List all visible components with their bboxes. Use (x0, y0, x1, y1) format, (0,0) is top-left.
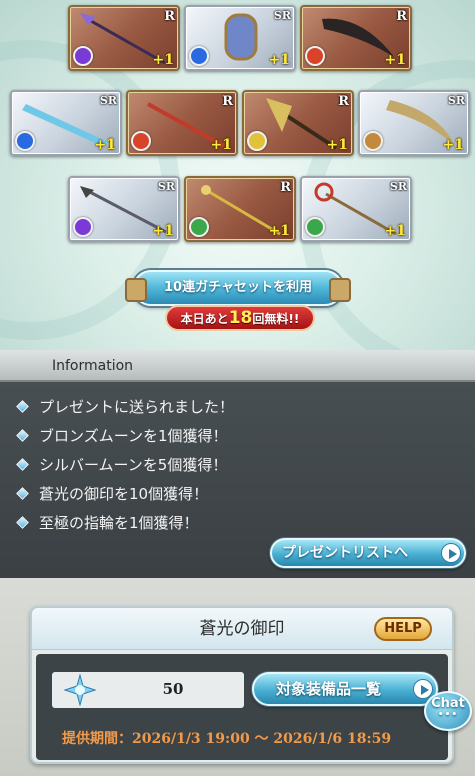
information-text: ブロンズムーンを1個獲得！ (39, 427, 228, 445)
weapon-card[interactable]: SR +1 (184, 5, 296, 71)
list-item: ブロンズムーンを1個獲得！ (16, 421, 234, 450)
information-text: 蒼光の御印を10個獲得！ (39, 485, 209, 503)
information-header: Information (0, 350, 475, 382)
free-draws-prefix: 本日あと (180, 312, 229, 326)
earth-element-icon (363, 131, 383, 151)
rarity-label: R (338, 94, 349, 109)
chat-bubble-icon: ••• (437, 710, 459, 720)
plus-bonus: +1 (326, 137, 348, 153)
plus-bonus: +1 (152, 223, 174, 239)
rarity-label: SR (99, 94, 117, 107)
diamond-bullet-icon (16, 516, 29, 529)
help-button[interactable]: HELP (374, 617, 432, 641)
rarity-label: R (222, 94, 233, 109)
rarity-label: SR (273, 9, 291, 22)
gacha-result-area: R +1 SR +1 R +1 SR +1 R +1 R +1 SR +1 SR… (0, 0, 475, 350)
list-item: 蒼光の御印を10個獲得！ (16, 479, 234, 508)
item-section: 蒼光の御印 HELP 50 対象装備品一覧 提供期間：2026/1/3 19:0… (0, 578, 475, 776)
water-element-icon (189, 46, 209, 66)
fire-element-icon (131, 131, 151, 151)
item-count-box: 50 (52, 672, 244, 708)
information-title: Information (52, 358, 134, 374)
present-list-label: プレゼントリストへ (282, 545, 408, 561)
diamond-bullet-icon (16, 487, 29, 500)
fire-element-icon (305, 46, 325, 66)
weapon-card[interactable]: SR +1 (10, 90, 122, 156)
weapon-card[interactable]: R +1 (126, 90, 238, 156)
light-element-icon (247, 131, 267, 151)
information-text: 至極の指輪を1個獲得！ (39, 514, 199, 532)
item-name: 蒼光の御印 (199, 619, 285, 639)
plus-bonus: +1 (210, 137, 232, 153)
weapon-card[interactable]: R +1 (68, 5, 180, 71)
plus-bonus: +1 (384, 223, 406, 239)
rarity-label: SR (157, 180, 175, 193)
information-text: シルバームーンを5個獲得！ (39, 456, 228, 474)
rarity-label: SR (447, 94, 465, 107)
chat-button[interactable]: Chat ••• (424, 691, 472, 731)
weapon-card[interactable]: R +1 (242, 90, 354, 156)
item-count: 50 (162, 680, 184, 698)
plus-bonus: +1 (268, 223, 290, 239)
weapon-card[interactable]: R +1 (300, 5, 412, 71)
use-10-draw-set-button[interactable]: 10連ガチャセットを利用 (125, 270, 351, 306)
wind-element-icon (189, 217, 209, 237)
weapon-card[interactable]: SR +1 (300, 176, 412, 242)
weapon-card[interactable]: R +1 (184, 176, 296, 242)
list-item: 至極の指輪を1個獲得！ (16, 508, 234, 537)
weapon-card[interactable]: SR +1 (358, 90, 470, 156)
rarity-label: R (280, 180, 291, 195)
weapon-card[interactable]: SR +1 (68, 176, 180, 242)
dark-element-icon (73, 217, 93, 237)
list-item: プレゼントに送られました！ (16, 392, 234, 421)
information-panel: Information プレゼントに送られました！ ブロンズムーンを1個獲得！ … (0, 350, 475, 578)
plus-bonus: +1 (268, 52, 290, 68)
diamond-bullet-icon (16, 458, 29, 471)
free-draws-badge: 本日あと18回無料!! (165, 305, 315, 331)
information-text: プレゼントに送られました！ (39, 398, 235, 416)
item-card: 蒼光の御印 HELP 50 対象装備品一覧 提供期間：2026/1/3 19:0… (30, 606, 454, 764)
free-draws-suffix: 回無料!! (252, 312, 300, 326)
rarity-label: SR (389, 180, 407, 193)
plus-bonus: +1 (384, 52, 406, 68)
target-equipment-list-button[interactable]: 対象装備品一覧 (252, 672, 438, 706)
wind-element-icon (305, 217, 325, 237)
availability-period: 提供期間：2026/1/3 19:00 〜 2026/1/6 18:59 (62, 731, 392, 747)
diamond-bullet-icon (16, 429, 29, 442)
list-item: シルバームーンを5個獲得！ (16, 450, 234, 479)
arrow-right-icon (441, 543, 461, 563)
dark-element-icon (73, 46, 93, 66)
present-list-button[interactable]: プレゼントリストへ (270, 538, 466, 568)
plus-bonus: +1 (152, 52, 174, 68)
plus-bonus: +1 (442, 137, 464, 153)
rarity-label: R (396, 9, 407, 24)
water-element-icon (15, 131, 35, 151)
chat-label: Chat (431, 696, 465, 711)
target-equipment-list-label: 対象装備品一覧 (276, 680, 382, 698)
item-body: 50 対象装備品一覧 提供期間：2026/1/3 19:00 〜 2026/1/… (36, 654, 448, 760)
rarity-label: R (164, 9, 175, 24)
plus-bonus: +1 (94, 137, 116, 153)
free-draws-count: 18 (228, 308, 253, 328)
information-list: プレゼントに送られました！ ブロンズムーンを1個獲得！ シルバームーンを5個獲得… (16, 392, 234, 537)
diamond-bullet-icon (16, 400, 29, 413)
